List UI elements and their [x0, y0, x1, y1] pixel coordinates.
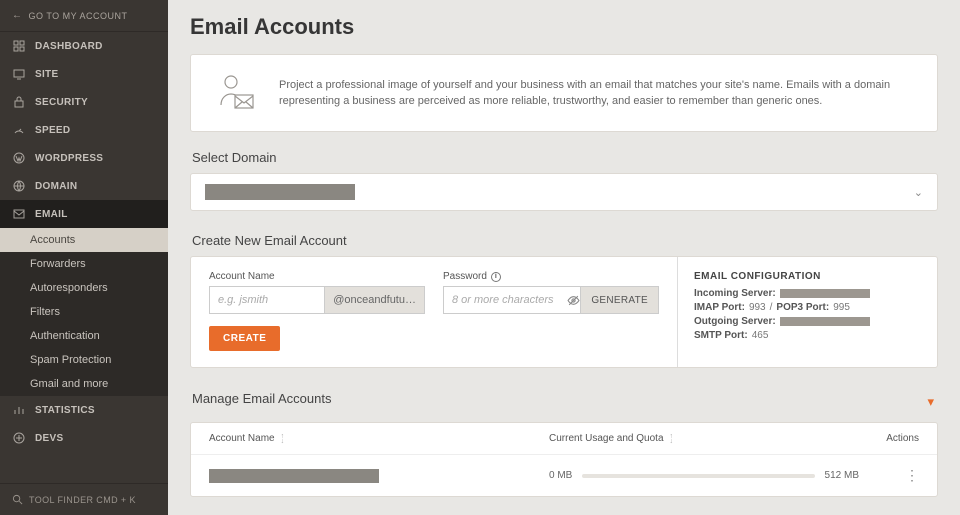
- tool-finder-button[interactable]: TOOL FINDER CMD + K: [0, 483, 168, 515]
- manage-section-label: Manage Email Accounts: [192, 391, 331, 406]
- sidebar-label: WORDPRESS: [35, 153, 103, 164]
- password-group: Password i GENERATE: [443, 271, 659, 314]
- wordpress-icon: [12, 151, 26, 165]
- sidebar-label: SPEED: [35, 125, 70, 136]
- email-submenu: Accounts Forwarders Autoresponders Filte…: [0, 228, 168, 396]
- sidebar-label: DEVS: [35, 433, 63, 444]
- filter-icon[interactable]: ▾: [923, 390, 938, 414]
- account-email-redacted: [209, 469, 379, 483]
- sidebar-label: DOMAIN: [35, 181, 77, 192]
- intro-text: Project a professional image of yourself…: [279, 77, 915, 110]
- lock-icon: [12, 95, 26, 109]
- incoming-server-redacted: [780, 289, 870, 298]
- sidebar-item-statistics[interactable]: STATISTICS: [0, 396, 168, 424]
- sidebar-item-email[interactable]: EMAIL: [0, 200, 168, 228]
- outgoing-server-redacted: [780, 317, 870, 326]
- sort-icon[interactable]: ↑↓: [670, 434, 674, 444]
- subnav-gmail[interactable]: Gmail and more: [0, 372, 168, 396]
- page-title: Email Accounts: [190, 14, 938, 40]
- table-row: 0 MB 512 MB ⋮: [191, 454, 937, 496]
- sidebar-item-security[interactable]: SECURITY: [0, 88, 168, 116]
- sidebar-item-speed[interactable]: SPEED: [0, 116, 168, 144]
- password-input[interactable]: [443, 286, 566, 314]
- tool-finder-label: TOOL FINDER CMD + K: [29, 495, 136, 505]
- create-account-card: Account Name @onceandfutu… Password i: [190, 256, 938, 368]
- go-to-account-label: GO TO MY ACCOUNT: [29, 11, 128, 21]
- generate-button[interactable]: GENERATE: [580, 286, 659, 314]
- mail-icon: [12, 207, 26, 221]
- accounts-table: Account Name ↑↓ Current Usage and Quota …: [190, 422, 938, 497]
- account-name-input[interactable]: [209, 286, 325, 314]
- subnav-autoresponders[interactable]: Autoresponders: [0, 276, 168, 300]
- sidebar-label: EMAIL: [35, 209, 68, 220]
- col-account-name: Account Name: [209, 433, 275, 444]
- sidebar-label: STATISTICS: [35, 405, 95, 416]
- create-button[interactable]: CREATE: [209, 326, 280, 351]
- search-icon: [12, 494, 23, 505]
- sidebar-nav: DASHBOARD SITE SECURITY SPEED WORDPRESS …: [0, 32, 168, 483]
- subnav-spam[interactable]: Spam Protection: [0, 348, 168, 372]
- sidebar: ← GO TO MY ACCOUNT DASHBOARD SITE SECURI…: [0, 0, 168, 515]
- go-to-account-link[interactable]: ← GO TO MY ACCOUNT: [0, 0, 168, 32]
- sidebar-item-domain[interactable]: DOMAIN: [0, 172, 168, 200]
- gauge-icon: [12, 123, 26, 137]
- account-name-label: Account Name: [209, 271, 425, 282]
- config-heading: EMAIL CONFIGURATION: [694, 271, 921, 282]
- quota-value: 512 MB: [825, 470, 859, 481]
- sidebar-label: SITE: [35, 69, 58, 80]
- chart-icon: [12, 403, 26, 417]
- subnav-accounts[interactable]: Accounts: [0, 228, 168, 252]
- sidebar-label: DASHBOARD: [35, 41, 103, 52]
- globe-icon: [12, 179, 26, 193]
- create-form: Account Name @onceandfutu… Password i: [191, 257, 677, 367]
- account-name-group: Account Name @onceandfutu…: [209, 271, 425, 314]
- person-mail-icon: [213, 71, 257, 115]
- sort-icon[interactable]: ↑↓: [281, 434, 285, 444]
- sidebar-item-wordpress[interactable]: WORDPRESS: [0, 144, 168, 172]
- subnav-authentication[interactable]: Authentication: [0, 324, 168, 348]
- intro-card: Project a professional image of yourself…: [190, 54, 938, 132]
- create-section-label: Create New Email Account: [192, 233, 938, 248]
- row-actions-menu[interactable]: ⋮: [859, 467, 919, 484]
- grid-icon: [12, 39, 26, 53]
- sidebar-item-devs[interactable]: DEVS: [0, 424, 168, 452]
- eye-icon[interactable]: [566, 286, 580, 314]
- col-usage: Current Usage and Quota: [549, 433, 664, 444]
- table-header: Account Name ↑↓ Current Usage and Quota …: [191, 423, 937, 454]
- sidebar-item-dashboard[interactable]: DASHBOARD: [0, 32, 168, 60]
- subnav-forwarders[interactable]: Forwarders: [0, 252, 168, 276]
- domain-select[interactable]: ⌄: [190, 173, 938, 211]
- subnav-filters[interactable]: Filters: [0, 300, 168, 324]
- quota-bar: [582, 474, 814, 478]
- arrow-left-icon: ←: [12, 10, 23, 21]
- email-config-panel: EMAIL CONFIGURATION Incoming Server: IMA…: [677, 257, 937, 367]
- col-actions: Actions: [859, 433, 919, 444]
- chevron-down-icon: ⌄: [914, 186, 923, 199]
- domain-value-redacted: [205, 184, 355, 200]
- plus-circle-icon: [12, 431, 26, 445]
- password-label: Password: [443, 271, 487, 282]
- monitor-icon: [12, 67, 26, 81]
- select-domain-label: Select Domain: [192, 150, 938, 165]
- sidebar-item-site[interactable]: SITE: [0, 60, 168, 88]
- info-icon[interactable]: i: [491, 272, 501, 282]
- main-content: Email Accounts Project a professional im…: [168, 0, 960, 515]
- domain-suffix: @onceandfutu…: [325, 286, 425, 314]
- sidebar-label: SECURITY: [35, 97, 88, 108]
- usage-value: 0 MB: [549, 470, 572, 481]
